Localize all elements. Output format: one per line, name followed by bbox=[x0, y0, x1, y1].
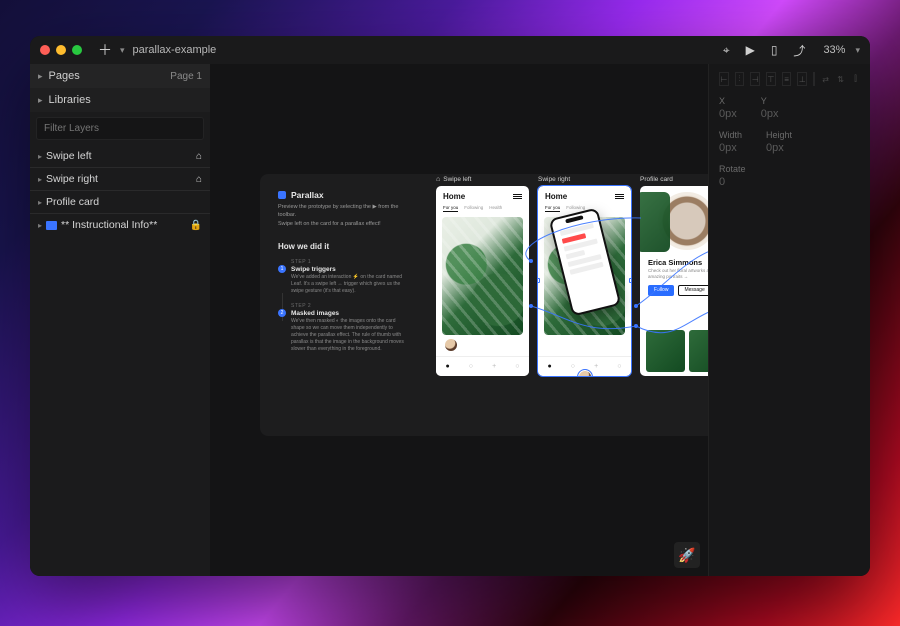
resize-handle[interactable] bbox=[538, 186, 540, 188]
align-top-icon[interactable]: ⊤ bbox=[766, 72, 776, 86]
zoom-chevron-icon[interactable]: ▾ bbox=[855, 45, 860, 56]
titlebar: ＋ ▾ parallax-example ⌖ ▶ ▯ ⤴ 33% ▾ bbox=[30, 36, 870, 64]
zoom-level[interactable]: 33% bbox=[817, 44, 845, 56]
profile-name: Erica Simmons bbox=[648, 258, 708, 267]
follow-button[interactable]: Follow bbox=[648, 285, 674, 296]
resize-handle[interactable] bbox=[538, 374, 540, 376]
artboards: ⌂Swipe left Home For you Following Healt… bbox=[436, 176, 708, 376]
leaf-photo bbox=[442, 217, 523, 335]
resize-handle[interactable] bbox=[629, 186, 631, 188]
resize-handle[interactable] bbox=[629, 374, 631, 376]
menu-icon bbox=[615, 194, 624, 199]
tab-bar: ● ○ + ○ bbox=[436, 356, 529, 376]
info-desc-2: Swipe left on the card for a parallax ef… bbox=[278, 220, 408, 228]
pages-section[interactable]: ▸Pages Page 1 bbox=[30, 64, 210, 88]
close-window[interactable] bbox=[40, 45, 50, 55]
window-controls bbox=[40, 45, 82, 55]
inspector-panel: ⊢ ⫶ ⊣ ⊤ ≡ ⊥ ⇄ ⇅ ⫿ X0px Y0px Width0px Hei… bbox=[708, 64, 870, 576]
folder-icon bbox=[46, 221, 57, 230]
layer-label: ** Instructional Info** bbox=[61, 219, 157, 231]
home-icon: ⌂ bbox=[436, 176, 440, 183]
prop-rotate[interactable]: 0 bbox=[719, 176, 746, 188]
layer-profile-card[interactable]: ▸Profile card bbox=[30, 191, 210, 213]
leaf-decoration bbox=[640, 192, 670, 252]
flip-v-icon[interactable]: ⇅ bbox=[836, 72, 845, 86]
tab-chevron-icon: ▾ bbox=[120, 45, 125, 56]
add-tab-button[interactable]: ＋ bbox=[98, 43, 112, 57]
zoom-window[interactable] bbox=[72, 45, 82, 55]
align-center-h-icon[interactable]: ⫶ bbox=[735, 72, 745, 86]
resize-handle[interactable] bbox=[538, 278, 540, 283]
layer-instructional-info[interactable]: ▸** Instructional Info** 🔒 bbox=[30, 214, 210, 236]
canvas[interactable]: Parallax Preview the prototype by select… bbox=[210, 64, 708, 576]
current-page: Page 1 bbox=[170, 71, 202, 82]
layer-label: Profile card bbox=[46, 196, 99, 208]
artboard-profile-card[interactable]: Profile card Erica Simmons Check out her… bbox=[640, 176, 708, 376]
align-right-icon[interactable]: ⊣ bbox=[750, 72, 760, 86]
prop-width[interactable]: 0px bbox=[719, 142, 742, 154]
profile-gallery bbox=[646, 330, 708, 372]
home-icon: ⌂ bbox=[196, 151, 202, 162]
artboard-swipe-left[interactable]: ⌂Swipe left Home For you Following Healt… bbox=[436, 176, 529, 376]
menu-icon bbox=[513, 194, 522, 199]
align-middle-icon[interactable]: ≡ bbox=[782, 72, 792, 86]
prop-height[interactable]: 0px bbox=[766, 142, 792, 154]
distribute-icon[interactable]: ⫿ bbox=[851, 72, 860, 86]
filter-layers-input[interactable] bbox=[36, 117, 204, 140]
info-desc-1: Preview the prototype by selecting the ▶… bbox=[278, 203, 408, 220]
document-title: parallax-example bbox=[133, 44, 217, 56]
share-icon[interactable]: ⤴ bbox=[789, 42, 809, 59]
profile-subtitle: Check out her floral artworks and amazin… bbox=[648, 268, 708, 280]
author-avatar bbox=[444, 338, 458, 352]
home-tabs: For you Following Health bbox=[436, 203, 529, 212]
app-window: ＋ ▾ parallax-example ⌖ ▶ ▯ ⤴ 33% ▾ ▸Page… bbox=[30, 36, 870, 576]
prop-y[interactable]: 0px bbox=[761, 108, 779, 120]
libraries-section[interactable]: ▸Libraries bbox=[30, 88, 210, 112]
device-preview-icon[interactable]: ▯ bbox=[767, 43, 782, 57]
prop-x[interactable]: 0px bbox=[719, 108, 737, 120]
minimize-window[interactable] bbox=[56, 45, 66, 55]
layer-swipe-left[interactable]: ▸Swipe left ⌂ bbox=[30, 145, 210, 167]
layer-label: Swipe right bbox=[46, 173, 98, 185]
play-prototype-icon[interactable]: ▶ bbox=[742, 43, 759, 57]
align-bottom-icon[interactable]: ⊥ bbox=[797, 72, 807, 86]
lock-icon: 🔒 bbox=[190, 220, 202, 231]
align-tools: ⊢ ⫶ ⊣ ⊤ ≡ ⊥ ⇄ ⇅ ⫿ bbox=[719, 72, 860, 86]
layer-label: Swipe left bbox=[46, 150, 92, 162]
libraries-label: Libraries bbox=[49, 94, 91, 106]
artboard-swipe-right[interactable]: Swipe right Home For you Following CERE bbox=[538, 176, 631, 376]
left-panel: ▸Pages Page 1 ▸Libraries ▸Swipe left ⌂ ▸… bbox=[30, 64, 210, 576]
publish-button[interactable]: 🚀 bbox=[674, 542, 700, 568]
instructional-card: Parallax Preview the prototype by select… bbox=[260, 174, 708, 436]
layer-swipe-right[interactable]: ▸Swipe right ⌂ bbox=[30, 168, 210, 190]
home-icon: ⌂ bbox=[196, 174, 202, 185]
message-button[interactable]: Message bbox=[678, 285, 708, 296]
resize-handle[interactable] bbox=[629, 278, 631, 283]
align-left-icon[interactable]: ⊢ bbox=[719, 72, 729, 86]
cursor-tool-icon[interactable]: ⌖ bbox=[719, 43, 734, 58]
pages-label: Pages bbox=[49, 70, 80, 82]
flip-h-icon[interactable]: ⇄ bbox=[821, 72, 830, 86]
